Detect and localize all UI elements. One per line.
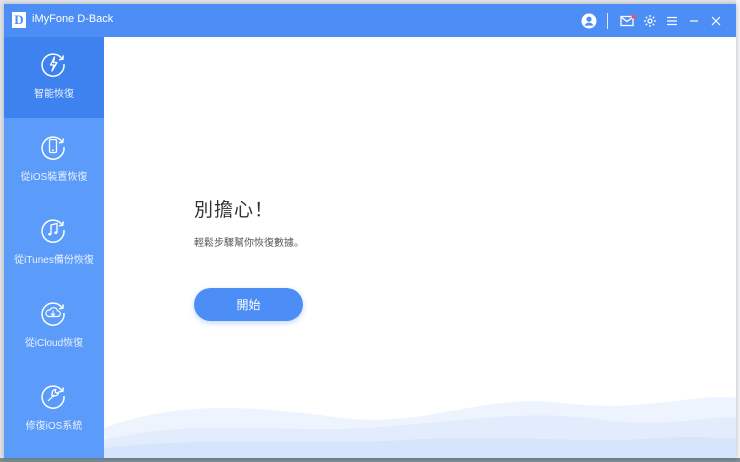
sidebar-item-smart-recovery[interactable]: 智能恢復 bbox=[4, 37, 104, 118]
app-title: iMyFone D-Back bbox=[32, 13, 114, 25]
menu-icon[interactable] bbox=[662, 11, 682, 31]
sidebar-item-ios-device[interactable]: 從iOS裝置恢復 bbox=[4, 120, 104, 201]
itunes-icon bbox=[41, 219, 65, 243]
sidebar-item-itunes[interactable]: 從iTunes備份恢復 bbox=[4, 203, 104, 284]
decorative-waves bbox=[104, 397, 736, 458]
app-logo: D bbox=[12, 12, 26, 28]
close-icon[interactable] bbox=[706, 11, 726, 31]
sidebar-item-label: 修復iOS系統 bbox=[25, 421, 83, 432]
sidebar-item-icloud[interactable]: 從iCloud恢復 bbox=[4, 286, 104, 367]
desktop-background bbox=[736, 0, 740, 462]
main-panel: 別擔心！ 輕鬆步驟幫你恢復數據。 開始 bbox=[104, 37, 736, 458]
page-subtitle: 輕鬆步驟幫你恢復數據。 bbox=[194, 238, 304, 249]
sidebar-item-label: 從iOS裝置恢復 bbox=[20, 172, 88, 183]
repair-icon bbox=[41, 385, 65, 409]
sidebar-item-label: 智能恢復 bbox=[34, 89, 74, 100]
title-bar-divider bbox=[607, 12, 608, 29]
sidebar-item-label: 從iCloud恢復 bbox=[24, 338, 84, 349]
title-bar-controls bbox=[577, 4, 726, 37]
minimize-icon[interactable] bbox=[684, 11, 704, 31]
settings-icon[interactable] bbox=[640, 11, 660, 31]
page-title: 別擔心！ bbox=[194, 200, 275, 221]
taskbar-edge bbox=[0, 458, 740, 462]
mail-icon[interactable] bbox=[618, 11, 638, 31]
account-icon[interactable] bbox=[579, 11, 599, 31]
title-bar: D iMyFone D-Back bbox=[4, 4, 736, 37]
sidebar: 智能恢復 從iOS裝置恢復 從iTunes備份恢復 從iCloud恢復 修復iO… bbox=[4, 37, 104, 458]
icloud-icon bbox=[41, 302, 65, 326]
sidebar-item-label: 從iTunes備份恢復 bbox=[14, 255, 94, 266]
sidebar-item-repair-ios[interactable]: 修復iOS系統 bbox=[4, 369, 104, 450]
ios-device-icon bbox=[41, 136, 65, 160]
app-window: D iMyFone D-Back 智能恢復 從iOS裝置恢復 從iTunes備份… bbox=[4, 4, 736, 458]
smart-recovery-icon bbox=[41, 53, 65, 77]
start-button[interactable]: 開始 bbox=[194, 288, 303, 321]
